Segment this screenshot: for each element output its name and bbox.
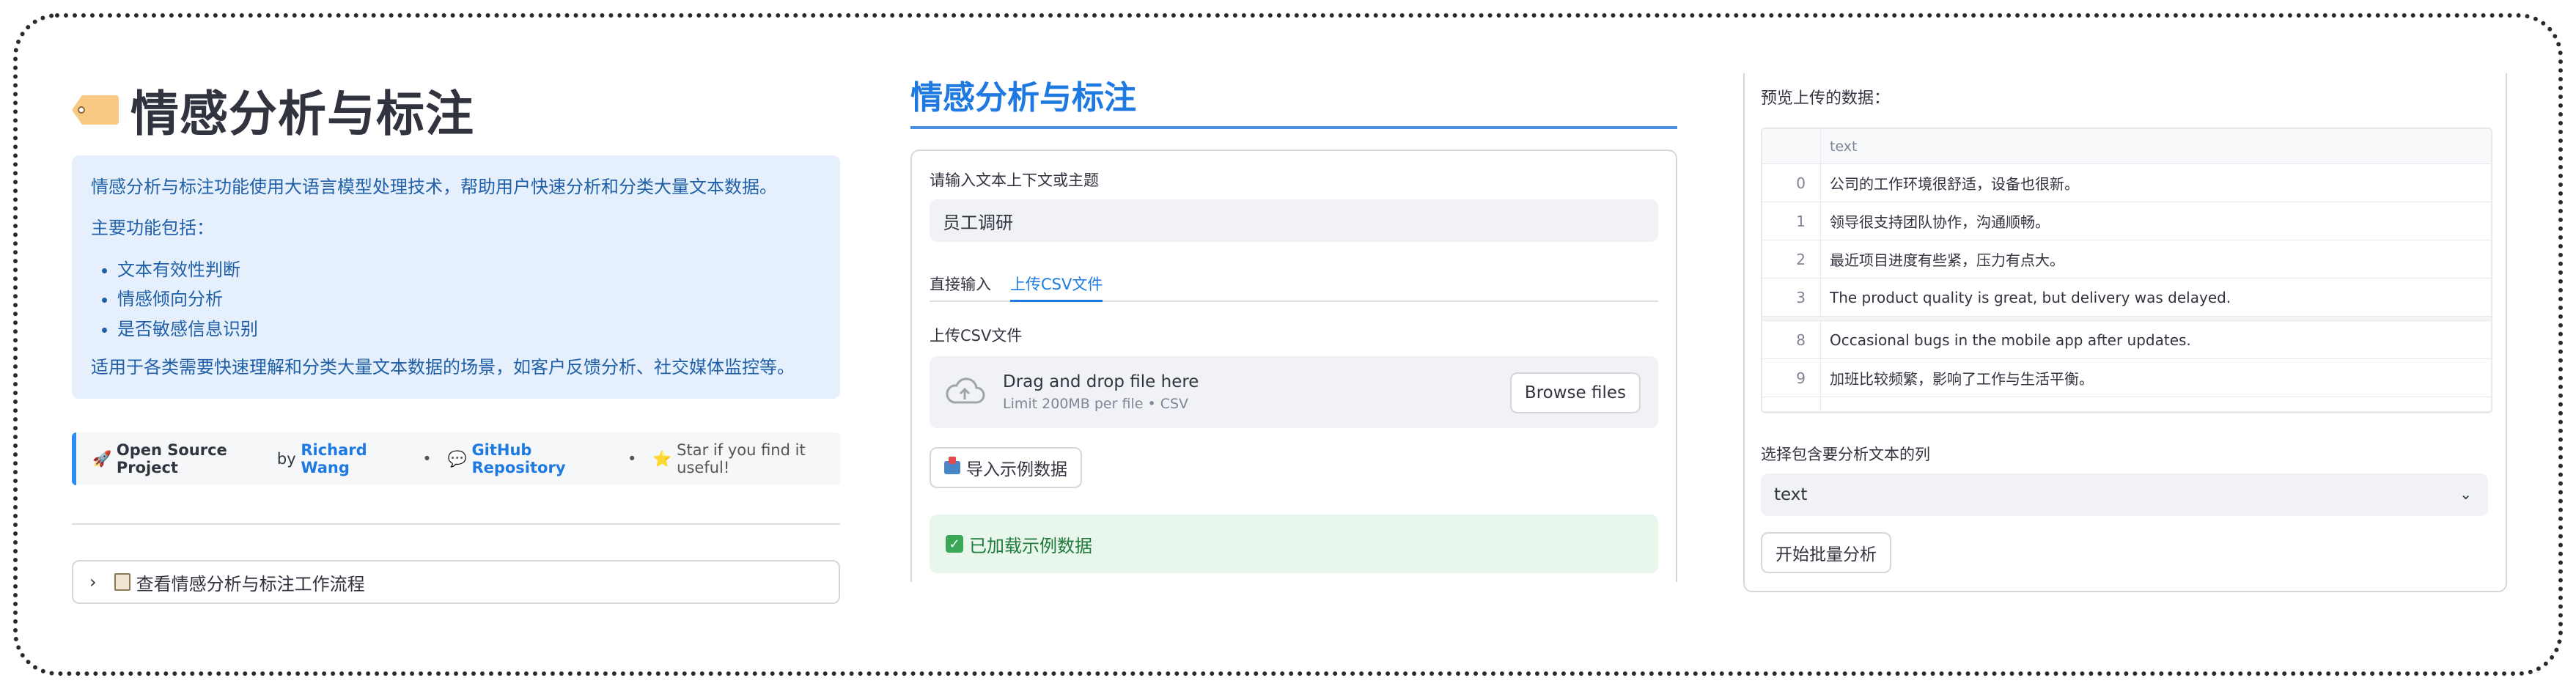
dropzone-text: Drag and drop file here (1003, 372, 1199, 391)
row-text: 公司的工作环境很舒适，设备也很新。 (1830, 175, 2079, 193)
tab-direct-input[interactable]: 直接输入 (930, 264, 991, 301)
chevron-right-icon: › (89, 572, 97, 593)
input-tabs: 直接输入 上传CSV文件 (930, 264, 1658, 302)
features-heading: 主要功能包括： (91, 218, 214, 239)
cloud-upload-icon (946, 377, 985, 404)
column-select-label: 选择包含要分析文本的列 (1761, 446, 1930, 463)
context-input[interactable]: 员工调研 (930, 199, 1658, 242)
title-underline (910, 126, 1677, 129)
column-header-text[interactable]: text (1821, 139, 1858, 155)
tab-upload-csv[interactable]: 上传CSV文件 (1010, 264, 1103, 302)
table-row: 3 The product quality is great, but deli… (1762, 279, 2491, 317)
start-batch-analysis-button[interactable]: 开始批量分析 (1761, 532, 1891, 573)
github-link[interactable]: GitHub Repository (471, 441, 611, 476)
table-row: 9 加班比较频繁，影响了工作与生活平衡。 (1762, 359, 2491, 397)
preview-column: 预览上传的数据： text 0 公司的工作环境很舒适，设备也很新。 1 领导很支… (1743, 73, 2507, 592)
rocket-icon: 🚀 (92, 449, 112, 468)
data-preview-table[interactable]: text 0 公司的工作环境很舒适，设备也很新。 1 领导很支持团队协作，沟通顺… (1761, 128, 2492, 413)
index-header (1762, 129, 1821, 163)
row-index (1762, 397, 1821, 411)
info-usage: 适用于各类需要快速理解和分类大量文本数据的场景，如客户反馈分析、社交媒体监控等。 (91, 356, 795, 377)
credit-bar: 🚀 Open Source Project by Richard Wang • … (72, 432, 840, 486)
feature-item: 是否敏感信息识别 (117, 315, 821, 343)
page-header: 情感分析与标注 (72, 73, 840, 147)
star-icon: ⭐ (652, 449, 672, 468)
browse-files-button[interactable]: Browse files (1509, 372, 1641, 413)
preview-title: 预览上传的数据： (1761, 89, 1891, 108)
row-index: 3 (1762, 279, 1821, 316)
page-title: 情感分析与标注 (130, 86, 474, 142)
intro-column: 情感分析与标注 情感分析与标注功能使用大语言模型处理技术，帮助用户快速分析和分类… (72, 73, 840, 605)
import-sample-button[interactable]: 导入示例数据 (930, 447, 1082, 488)
column-select-value: text (1774, 485, 1808, 504)
table-header-row: text (1762, 129, 2491, 164)
input-card: 请输入文本上下文或主题 员工调研 直接输入 上传CSV文件 上传CSV文件 Dr… (910, 150, 1677, 582)
row-index: 0 (1762, 164, 1821, 202)
expander-label: 查看情感分析与标注工作流程 (136, 573, 365, 594)
open-source-label: Open Source Project (116, 441, 227, 477)
file-dropzone[interactable]: Drag and drop file here Limit 200MB per … (930, 356, 1658, 428)
section-title: 情感分析与标注 (910, 79, 1136, 117)
row-index: 9 (1762, 359, 1821, 397)
document-icon (114, 573, 130, 592)
table-row-partial (1762, 397, 2491, 412)
column-select[interactable]: text ⌄ (1761, 474, 2488, 516)
row-text: Occasional bugs in the mobile app after … (1830, 331, 2191, 349)
table-row: 0 公司的工作环境很舒适，设备也很新。 (1762, 164, 2491, 202)
divider (72, 523, 840, 526)
row-text: 加班比较频繁，影响了工作与生活平衡。 (1830, 370, 2094, 388)
table-row: 1 领导很支持团队协作，沟通顺畅。 (1762, 202, 2491, 240)
workflow-expander[interactable]: › 查看情感分析与标注工作流程 (72, 560, 840, 605)
row-text: 领导很支持团队协作，沟通顺畅。 (1830, 213, 2050, 231)
info-box: 情感分析与标注功能使用大语言模型处理技术，帮助用户快速分析和分类大量文本数据。 … (72, 155, 840, 399)
inbox-tray-icon (944, 457, 960, 474)
chat-icon: 💬 (447, 449, 467, 468)
row-index: 8 (1762, 321, 1821, 358)
features-list: 文本有效性判断 情感倾向分析 是否敏感信息识别 (117, 256, 821, 343)
upload-label: 上传CSV文件 (930, 327, 1023, 344)
separator: • (627, 450, 637, 468)
dropzone-limit: Limit 200MB per file • CSV (1003, 396, 1189, 412)
by-label: by (276, 450, 296, 468)
row-text: 最近项目进度有些紧，压力有点大。 (1830, 251, 2064, 269)
input-column: 情感分析与标注 请输入文本上下文或主题 员工调研 直接输入 上传CSV文件 上传… (910, 73, 1677, 582)
success-alert: ✓ 已加载示例数据 (930, 515, 1658, 573)
star-text: Star if you find it useful! (677, 441, 806, 477)
success-message: 已加载示例数据 (969, 535, 1092, 556)
label-tag-icon (72, 95, 119, 125)
info-intro: 情感分析与标注功能使用大语言模型处理技术，帮助用户快速分析和分类大量文本数据。 (91, 177, 777, 197)
feature-item: 文本有效性判断 (117, 256, 821, 284)
row-text: The product quality is great, but delive… (1830, 288, 2231, 306)
context-label: 请输入文本上下文或主题 (930, 172, 1099, 189)
author-link[interactable]: Richard Wang (301, 441, 406, 476)
row-index: 2 (1762, 240, 1821, 278)
separator: • (422, 450, 432, 468)
chevron-down-icon: ⌄ (2459, 485, 2472, 503)
feature-item: 情感倾向分析 (117, 285, 821, 313)
table-row: 2 最近项目进度有些紧，压力有点大。 (1762, 240, 2491, 279)
check-icon: ✓ (946, 535, 963, 553)
table-row: 8 Occasional bugs in the mobile app afte… (1762, 321, 2491, 359)
row-index: 1 (1762, 202, 1821, 240)
import-sample-label: 导入示例数据 (966, 460, 1067, 479)
